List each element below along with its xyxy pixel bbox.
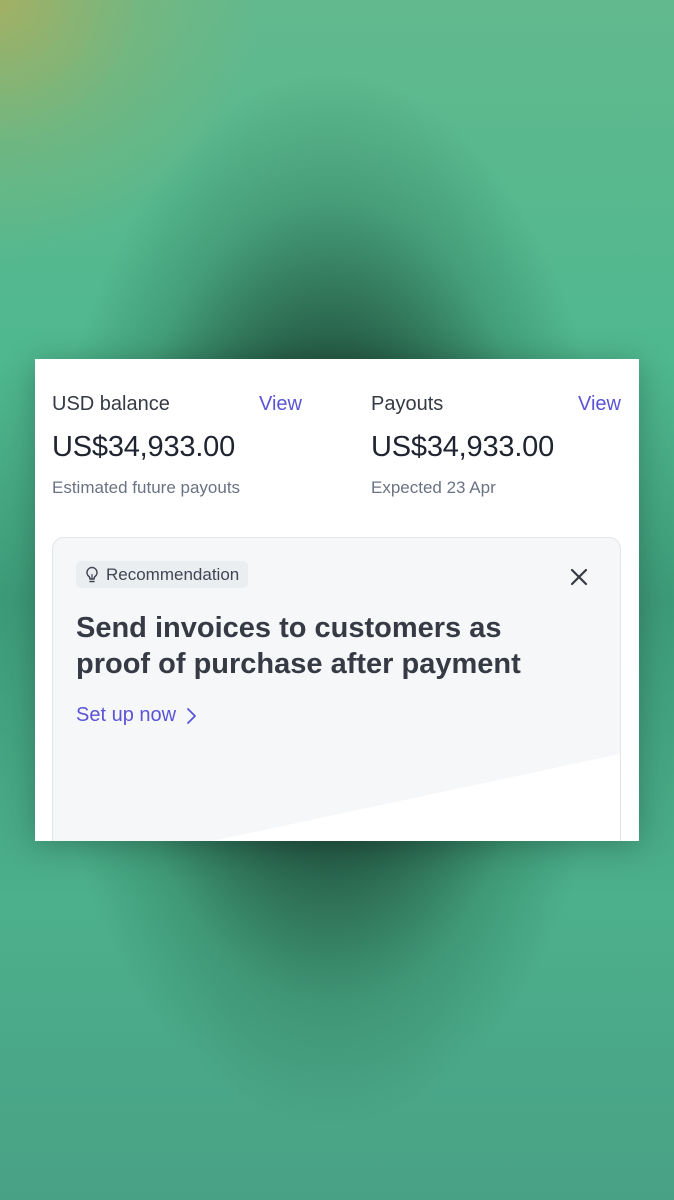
usd-balance-view-link[interactable]: View	[259, 393, 302, 416]
recommendation-card: Recommendation Send invoices to customer…	[52, 537, 621, 841]
close-icon[interactable]	[568, 566, 590, 588]
payouts-header: Payouts View	[371, 393, 621, 421]
chevron-right-icon	[185, 707, 197, 725]
payouts-section: Payouts View US$34,933.00 Expected 23 Ap…	[371, 393, 621, 498]
payouts-subtitle: Expected 23 Apr	[371, 478, 496, 497]
balance-card: USD balance View US$34,933.00 Estimated …	[35, 359, 639, 841]
payouts-title: Payouts	[371, 393, 444, 415]
lightbulb-icon	[84, 566, 100, 584]
recommendation-badge-label: Recommendation	[106, 564, 240, 584]
recommendation-title: Send invoices to customers as proof of p…	[76, 612, 521, 680]
recommendation-badge: Recommendation	[76, 561, 249, 588]
usd-balance-amount: US$34,933.00	[52, 431, 236, 463]
set-up-now-label: Set up now	[76, 704, 177, 726]
payouts-view-link[interactable]: View	[578, 393, 621, 416]
payouts-amount: US$34,933.00	[371, 431, 555, 463]
usd-balance-subtitle: Estimated future payouts	[52, 478, 241, 497]
usd-balance-section: USD balance View US$34,933.00 Estimated …	[52, 393, 302, 498]
set-up-now-link[interactable]: Set up now	[76, 704, 197, 727]
usd-balance-title: USD balance	[52, 393, 170, 415]
usd-balance-header: USD balance View	[52, 393, 302, 421]
